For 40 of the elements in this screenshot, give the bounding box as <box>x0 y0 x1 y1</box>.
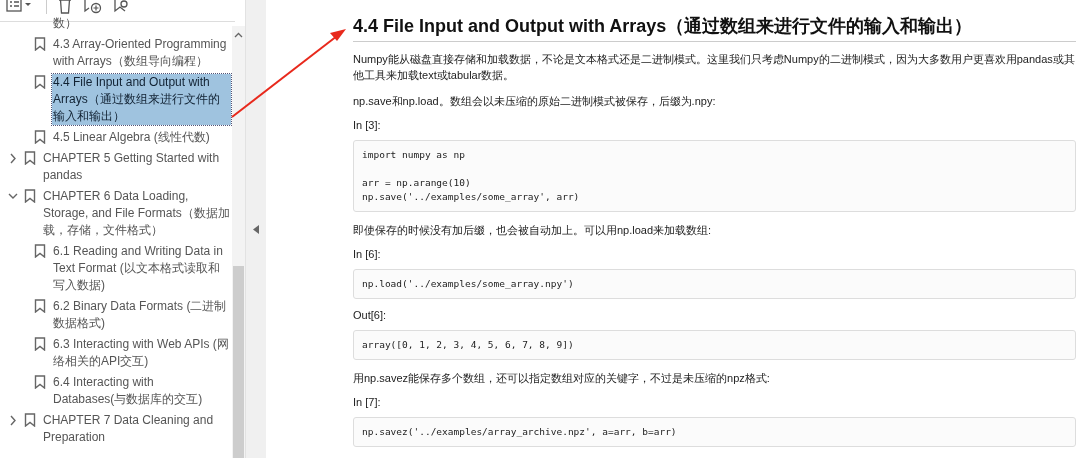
code-block: array([0, 1, 2, 3, 4, 5, 6, 7, 8, 9]) <box>353 330 1076 360</box>
scrollbar[interactable] <box>232 26 245 458</box>
bookmark-label[interactable]: 4.3 Array-Oriented Programming with Arrays（数组导向编程） <box>52 36 231 70</box>
code-block: import numpy as np arr = np.arange(10) np.save('../examples/some_array', arr) <box>353 140 1076 212</box>
bookmark-icon <box>34 37 46 51</box>
paragraph: 用np.savez能保存多个数组，还可以指定数组对应的关键字，不过是未压缩的npz格式: <box>353 371 771 386</box>
cell-prompt: In [3]: <box>353 119 381 131</box>
paragraph: np.save和np.load。数组会以未压缩的原始二进制模式被保存，后缀为.npy: <box>353 94 717 109</box>
bookmark-label[interactable]: 4.4 File Input and Output with Arrays（通过数组来进行文件的输入和输出） <box>52 74 231 125</box>
bookmark-icon <box>34 244 46 258</box>
bookmark-icon <box>34 75 46 89</box>
code-block: np.savez('../examples/array_archive.npz', a=arr, b=arr) <box>353 417 1076 447</box>
bookmark-label[interactable]: CHAPTER 6 Data Loading, Storage, and File Formats（数据加载，存储，文件格式） <box>42 188 231 239</box>
paragraph: Numpy能从磁盘直接存储和加载数据，不论是文本格式还是二进制模式。这里我们只考虑Numpy的二进制模式，因为大多数用户更喜欢用pandas或其他工具来加载text或tabular数据。 <box>353 52 1076 83</box>
trash-icon[interactable] <box>57 0 73 14</box>
bookmark-label[interactable]: 6.3 Interacting with Web APIs (网络相关的API交互) <box>52 336 231 370</box>
bookmark-icon <box>34 337 46 351</box>
paragraph: 即使保存的时候没有加后缀，也会被自动加上。可以用np.load来加载数组: <box>353 223 713 238</box>
bookmark-label[interactable]: 4.5 Linear Algebra (线性代数) <box>52 129 211 146</box>
bookmark-label[interactable]: 6.4 Interacting with Databases(与数据库的交互) <box>52 374 231 408</box>
bookmark-label[interactable]: 6.2 Binary Data Formats (二进制数据格式) <box>52 298 231 332</box>
bookmark-icon <box>34 375 46 389</box>
bookmark-label[interactable]: 6.1 Reading and Writing Data in Text Format (以文本格式读取和写入数据) <box>52 243 231 294</box>
section-heading: 4.4 File Input and Output with Arrays（通过数组来进行文件的输入和输出） <box>353 14 1076 42</box>
cell-prompt: In [7]: <box>353 396 381 408</box>
add-bookmark-icon[interactable] <box>83 0 103 14</box>
bookmark-icon <box>24 151 36 165</box>
scroll-up-icon[interactable] <box>234 32 243 38</box>
bookmark-icon <box>34 299 46 313</box>
code-block: np.load('../examples/some_array.npy') <box>353 269 1076 299</box>
bookmark-search-icon[interactable] <box>113 0 131 14</box>
bookmark-icon <box>34 130 46 144</box>
bookmark-label[interactable]: 数） <box>52 15 78 32</box>
cell-prompt: Out[6]: <box>353 309 387 321</box>
bookmark-label[interactable]: CHAPTER 7 Data Cleaning and Preparation <box>42 412 231 446</box>
bookmark-label[interactable]: CHAPTER 5 Getting Started with pandas <box>42 150 231 184</box>
cell-prompt: In [6]: <box>353 248 381 260</box>
collapse-icon[interactable] <box>253 224 259 234</box>
bookmark-icon <box>24 413 36 427</box>
bookmark-icon <box>24 189 36 203</box>
